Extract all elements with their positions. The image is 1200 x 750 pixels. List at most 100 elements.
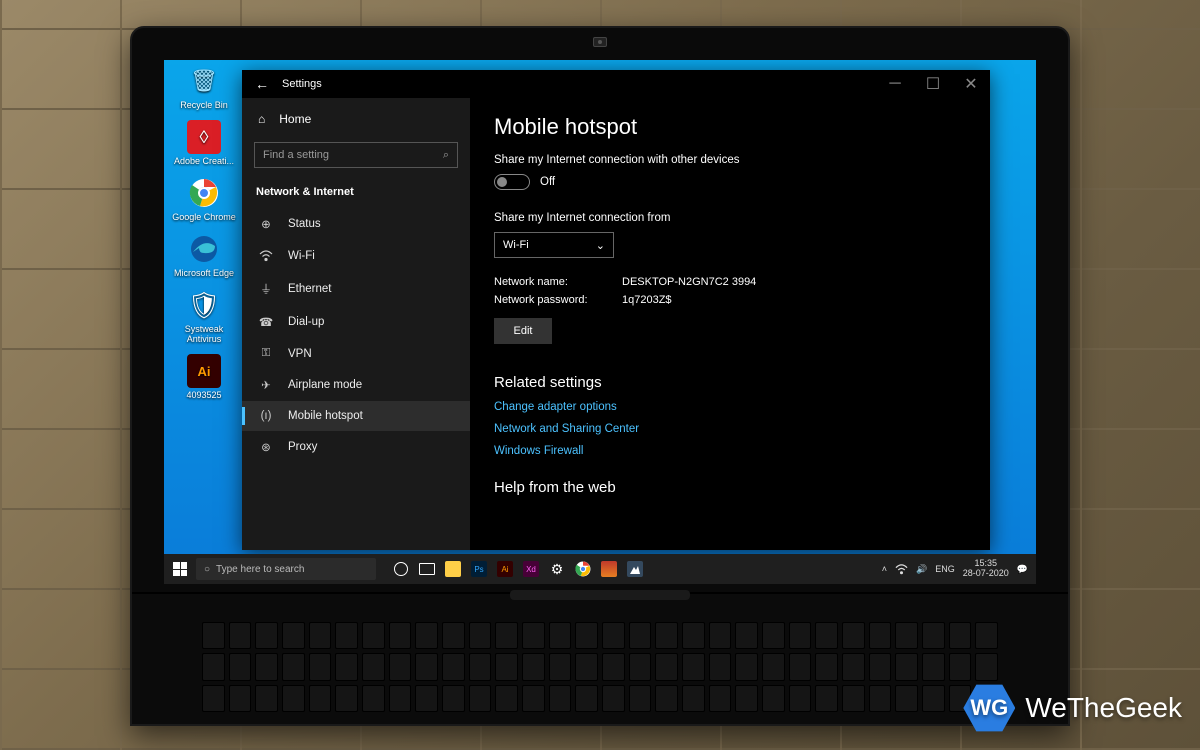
desktop-icon-recycle-bin[interactable]: 🗑 Recycle Bin xyxy=(170,64,238,110)
webcam xyxy=(593,37,607,47)
home-nav[interactable]: ⌂ Home xyxy=(242,106,470,132)
search-icon: ⌕ xyxy=(443,149,449,162)
watermark-text: WeTheGeek xyxy=(1025,692,1182,724)
edge-icon xyxy=(187,232,221,266)
desktop-icon-label: Systweak Antivirus xyxy=(170,324,238,344)
gear-icon: ⚙ xyxy=(551,561,564,578)
nav-label: Airplane mode xyxy=(288,379,362,391)
share-from-dropdown[interactable]: Wi-Fi ⌄ xyxy=(494,232,614,258)
language-indicator[interactable]: ENG xyxy=(935,564,955,574)
clock[interactable]: 15:35 28-07-2020 xyxy=(963,559,1009,579)
share-toggle[interactable] xyxy=(494,174,530,190)
laptop-screen: 🗑 Recycle Bin ◊ Adobe Creati... Google C… xyxy=(164,60,1036,584)
nav-ethernet[interactable]: ⏚ Ethernet xyxy=(242,272,470,306)
desktop-icon-label: Adobe Creati... xyxy=(174,156,234,166)
volume-tray-icon[interactable]: 🔊 xyxy=(916,564,927,575)
link-network-sharing[interactable]: Network and Sharing Center xyxy=(494,423,966,435)
hotspot-icon: (ı) xyxy=(258,410,274,422)
ethernet-icon: ⏚ xyxy=(258,281,274,297)
taskbar-app-chrome[interactable] xyxy=(570,554,596,584)
maximize-button[interactable]: ☐ xyxy=(914,70,952,98)
nav-vpn[interactable]: ⚿ VPN xyxy=(242,338,470,369)
windows-desktop: 🗑 Recycle Bin ◊ Adobe Creati... Google C… xyxy=(164,60,1036,584)
titlebar: ← Settings ─ ☐ ✕ xyxy=(242,70,990,98)
network-name-value: DESKTOP-N2GN7C2 3994 xyxy=(622,276,756,288)
find-setting-input[interactable]: Find a setting ⌕ xyxy=(254,142,458,168)
nav-label: Wi-Fi xyxy=(288,250,315,262)
back-button[interactable]: ← xyxy=(242,76,282,92)
wifi-tray-icon[interactable] xyxy=(895,563,908,576)
status-icon: ⊕ xyxy=(258,217,274,231)
link-windows-firewall[interactable]: Windows Firewall xyxy=(494,445,966,457)
laptop-bezel: 🗑 Recycle Bin ◊ Adobe Creati... Google C… xyxy=(130,26,1070,726)
taskbar-app-image2[interactable] xyxy=(622,554,648,584)
action-center-icon[interactable]: 💬 xyxy=(1017,564,1028,575)
network-password-value: 1q7203Z$ xyxy=(622,294,672,306)
window-title: Settings xyxy=(282,78,322,90)
nav-status[interactable]: ⊕ Status xyxy=(242,208,470,240)
task-view-button[interactable] xyxy=(414,554,440,584)
taskbar-app-illustrator[interactable]: Ai xyxy=(492,554,518,584)
nav-airplane[interactable]: ✈ Airplane mode xyxy=(242,369,470,401)
desktop-icon-illustrator[interactable]: Ai 4093525 xyxy=(170,354,238,400)
edit-button[interactable]: Edit xyxy=(494,318,552,344)
desktop-icon-chrome[interactable]: Google Chrome xyxy=(170,176,238,222)
nav-label: Dial-up xyxy=(288,316,324,328)
search-placeholder: Type here to search xyxy=(216,564,304,575)
desktop-icon-column: 🗑 Recycle Bin ◊ Adobe Creati... Google C… xyxy=(170,64,238,400)
taskbar-app-xd[interactable]: Xd xyxy=(518,554,544,584)
desktop-icon-label: Microsoft Edge xyxy=(174,268,234,278)
nav-label: Status xyxy=(288,218,321,230)
home-label: Home xyxy=(279,112,311,126)
vpn-icon: ⚿ xyxy=(258,347,274,360)
chevron-down-icon: ⌄ xyxy=(596,239,605,252)
watermark-logo: WG xyxy=(963,682,1015,734)
nav-dialup[interactable]: ☎ Dial-up xyxy=(242,306,470,338)
settings-sidebar: ⌂ Home Find a setting ⌕ Network & Intern… xyxy=(242,98,470,550)
tray-chevron-icon[interactable]: ˄ xyxy=(882,564,887,574)
clock-date: 28-07-2020 xyxy=(963,569,1009,579)
taskbar-app-settings[interactable]: ⚙ xyxy=(544,554,570,584)
desktop-icon-systweak[interactable]: 🛡 Systweak Antivirus xyxy=(170,288,238,344)
cortana-button[interactable] xyxy=(388,554,414,584)
settings-window: ← Settings ─ ☐ ✕ ⌂ Home xyxy=(242,70,990,550)
taskbar-app-explorer[interactable] xyxy=(440,554,466,584)
taskbar-app-image1[interactable] xyxy=(596,554,622,584)
airplane-icon: ✈ xyxy=(258,378,274,392)
laptop-frame: 🗑 Recycle Bin ◊ Adobe Creati... Google C… xyxy=(130,26,1070,726)
nav-label: VPN xyxy=(288,348,312,360)
nav-proxy[interactable]: ⊛ Proxy xyxy=(242,431,470,463)
search-placeholder: Find a setting xyxy=(263,149,329,161)
search-icon: ○ xyxy=(204,564,210,575)
desktop-icon-label: 4093525 xyxy=(186,390,221,400)
share-from-label: Share my Internet connection from xyxy=(494,212,966,224)
taskbar-app-photoshop[interactable]: Ps xyxy=(466,554,492,584)
shield-icon: 🛡 xyxy=(187,288,221,322)
help-heading: Help from the web xyxy=(494,479,966,496)
nav-label: Ethernet xyxy=(288,283,331,295)
start-button[interactable] xyxy=(164,554,196,584)
watermark: WG WeTheGeek xyxy=(963,682,1182,734)
share-toggle-label: Share my Internet connection with other … xyxy=(494,154,966,166)
minimize-button[interactable]: ─ xyxy=(876,70,914,98)
desktop-icon-edge[interactable]: Microsoft Edge xyxy=(170,232,238,278)
illustrator-icon: Ai xyxy=(187,354,221,388)
nav-wifi[interactable]: Wi-Fi xyxy=(242,240,470,272)
windows-logo-icon xyxy=(173,562,187,576)
toggle-state: Off xyxy=(540,176,555,188)
dropdown-value: Wi-Fi xyxy=(503,239,529,251)
home-icon: ⌂ xyxy=(258,112,265,126)
close-button[interactable]: ✕ xyxy=(952,70,990,98)
proxy-icon: ⊛ xyxy=(258,440,274,454)
laptop-keyboard xyxy=(132,592,1068,724)
taskbar-search[interactable]: ○ Type here to search xyxy=(196,558,376,580)
wifi-icon xyxy=(258,249,274,263)
nav-mobile-hotspot[interactable]: (ı) Mobile hotspot xyxy=(242,401,470,431)
network-password-label: Network password: xyxy=(494,294,608,306)
desktop-icon-label: Recycle Bin xyxy=(180,100,228,110)
link-change-adapter[interactable]: Change adapter options xyxy=(494,401,966,413)
taskbar: ○ Type here to search Ps Ai Xd ⚙ ˄ xyxy=(164,554,1036,584)
system-tray: ˄ 🔊 ENG 15:35 28-07-2020 💬 xyxy=(874,559,1036,579)
section-header: Network & Internet xyxy=(242,182,470,208)
desktop-icon-adobe-creative[interactable]: ◊ Adobe Creati... xyxy=(170,120,238,166)
